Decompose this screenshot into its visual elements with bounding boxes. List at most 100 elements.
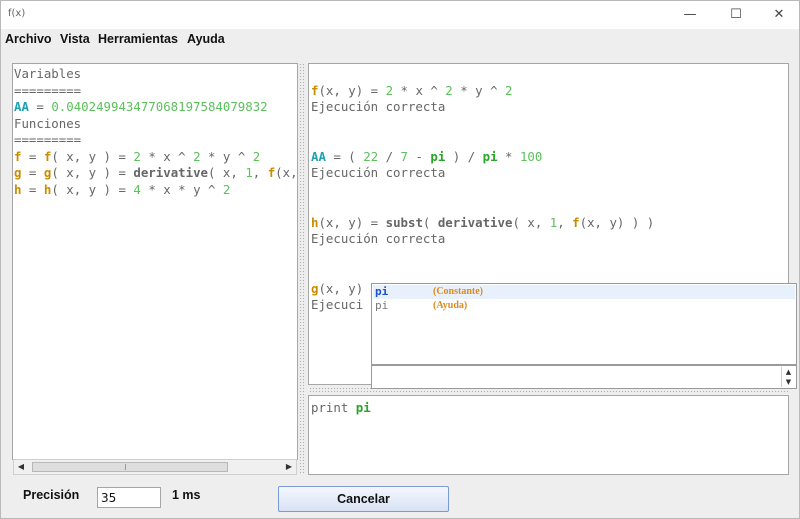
code-token: ========= <box>14 82 82 98</box>
output-text: f(x, y) = 2 * x ^ 2 * y ^ 2 Ejecución cor… <box>311 66 654 314</box>
code-token: = <box>21 181 44 197</box>
code-token: 2 <box>504 82 513 98</box>
autocomplete-item-name: pi <box>375 285 389 298</box>
code-token: derivative <box>133 165 208 180</box>
code-line: h(x, y) = subst( derivative( x, 1, f(x, … <box>311 215 654 232</box>
code-token: 0.040249943477068197584079832 <box>51 99 268 114</box>
menu-herramientas[interactable]: Herramientas <box>98 32 178 46</box>
code-line: Ejecución correcta <box>311 231 654 248</box>
autocomplete-item-type: (Constante) <box>433 286 483 297</box>
code-token: * x * y ^ <box>140 181 223 197</box>
code-token: 2 <box>385 82 394 98</box>
code-token: (x, y) ) <box>275 165 298 180</box>
autocomplete-item[interactable]: pi (Constante) <box>373 285 795 299</box>
code-token: subst <box>385 214 423 230</box>
variables-panel[interactable]: Variables ========= AA = 0.040249943477068… <box>12 63 298 460</box>
command-input-text: print pi <box>311 400 371 417</box>
code-token: (x, y) = <box>318 214 386 230</box>
autocomplete-popup: pi (Constante) pi (Ayuda) <box>371 283 797 365</box>
code-token: 2 <box>445 82 453 98</box>
code-token: 7 <box>400 148 409 164</box>
scroll-left-icon[interactable]: ◀ <box>14 460 28 474</box>
menu-ayuda[interactable]: Ayuda <box>187 32 225 46</box>
code-token: 2 <box>193 148 201 164</box>
code-token: 2 <box>252 148 261 164</box>
code-token: = ( <box>325 148 364 164</box>
code-line: h = h( x, y ) = 4 * x * y ^ 2 <box>14 181 297 199</box>
code-token: derivative <box>437 214 513 230</box>
code-token: 2 <box>222 181 231 197</box>
code-token: 100 <box>519 148 543 164</box>
code-token: f <box>572 214 580 230</box>
code-token: * <box>497 148 520 164</box>
code-token: ) / <box>445 148 483 164</box>
elapsed-time-label: 1 ms <box>172 488 201 502</box>
code-line: ========= <box>14 132 297 149</box>
scrollbar-thumb[interactable] <box>32 462 228 472</box>
scroll-right-icon[interactable]: ▶ <box>282 460 296 474</box>
maximize-button[interactable]: ☐ <box>725 5 747 25</box>
spin-up-icon[interactable]: ▲ <box>782 367 795 377</box>
code-token: pi <box>430 148 446 164</box>
code-token: = <box>28 99 52 114</box>
code-token: * x ^ <box>393 82 446 98</box>
cancel-button[interactable]: Cancelar <box>278 486 449 512</box>
code-token: - <box>408 148 431 164</box>
code-token: 22 <box>363 148 379 164</box>
code-token: , <box>557 214 573 230</box>
vertical-split-divider[interactable] <box>299 63 305 475</box>
spin-down-icon[interactable]: ▼ <box>782 377 795 387</box>
variables-text: Variables ========= AA = 0.040249943477068… <box>14 66 298 199</box>
autocomplete-spinner[interactable]: ▲ ▼ <box>781 367 795 387</box>
window-title: f(x) <box>8 8 26 19</box>
code-token: = <box>21 148 44 164</box>
menu-archivo[interactable]: Archivo <box>5 32 52 46</box>
close-button[interactable]: ✕ <box>768 5 790 25</box>
code-token: * y ^ <box>200 148 253 164</box>
code-line: f(x, y) = 2 * x ^ 2 * y ^ 2 <box>311 83 654 100</box>
minimize-button[interactable]: — <box>679 5 701 25</box>
code-line: g = g( x, y ) = derivative( x, 1, f(x, y… <box>14 165 298 182</box>
code-token: ( x, <box>208 165 246 180</box>
menu-vista[interactable]: Vista <box>60 32 90 46</box>
code-token: 1 <box>245 165 253 180</box>
code-token: (x, y) = <box>318 82 386 98</box>
autocomplete-filter-field[interactable]: ▲ ▼ <box>371 365 797 389</box>
code-token: ========= <box>14 132 82 147</box>
code-token: Ejecución correcta <box>311 165 446 180</box>
code-line: Funciones <box>14 116 297 133</box>
precision-input[interactable] <box>97 487 161 508</box>
title-bar: f(x) — ☐ ✕ <box>1 1 799 29</box>
code-token: ( x, y ) = <box>51 181 134 197</box>
code-token: (x, y) <box>318 280 364 296</box>
code-token: AA <box>311 148 326 164</box>
code-token: pi <box>482 148 498 164</box>
code-line: Ejecución correcta <box>311 165 654 182</box>
code-token: , <box>252 165 268 180</box>
menu-bar: Archivo Vista Herramientas Ayuda <box>1 29 799 51</box>
code-token: ( x, y ) = <box>51 165 134 180</box>
code-line: print pi <box>311 400 371 417</box>
bottom-bar: Precisión 1 ms Cancelar <box>1 479 799 519</box>
code-token: = <box>21 165 44 180</box>
app-window: f(x) — ☐ ✕ Archivo Vista Herramientas Ay… <box>0 0 800 519</box>
code-line: AA = 0.040249943477068197584079832 <box>14 99 297 116</box>
code-token: (x, y) ) ) <box>579 214 655 230</box>
input-panel[interactable]: print pi <box>308 395 789 475</box>
code-token: ( x, y ) = <box>51 148 134 164</box>
code-token: / <box>378 148 401 164</box>
autocomplete-item-type: (Ayuda) <box>433 300 468 311</box>
code-token: 2 <box>133 148 141 164</box>
variables-horizontal-scrollbar[interactable]: ◀ ▶ <box>13 459 297 475</box>
code-token: AA <box>14 99 29 114</box>
code-token: ( x, <box>512 214 550 230</box>
code-token: ( <box>422 214 438 230</box>
autocomplete-item[interactable]: pi (Ayuda) <box>373 299 795 313</box>
code-token: print <box>311 400 356 415</box>
